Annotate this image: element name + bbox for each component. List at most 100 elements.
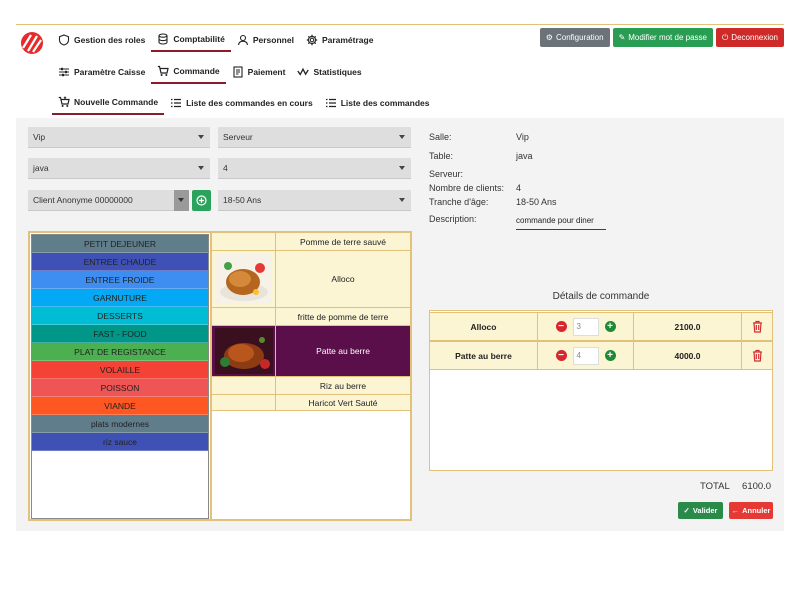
client-dropdown-button[interactable] [174, 190, 189, 211]
category-item[interactable]: FAST - FOOD [32, 325, 208, 343]
validate-button[interactable]: ✓ Valider [678, 502, 723, 519]
trash-icon [752, 320, 762, 333]
product-item[interactable]: Riz au berre [212, 377, 410, 395]
product-name: Alloco [331, 274, 355, 284]
category-item[interactable]: plats modernes [32, 415, 208, 433]
product-thumb [212, 233, 276, 250]
nav-parametre-caisse[interactable]: Paramètre Caisse [52, 60, 151, 84]
change-password-button[interactable]: ✎ Modifier mot de passe [612, 28, 713, 47]
nav-paiement[interactable]: Paiement [226, 60, 292, 84]
decrement-button[interactable]: − [555, 350, 567, 361]
edit-icon: ✎ [618, 33, 626, 42]
decrement-button[interactable]: − [555, 321, 567, 332]
orders-nav: Nouvelle Commande Liste des commandes en… [52, 91, 436, 115]
product-item[interactable]: fritte de pomme de terre [212, 308, 410, 326]
configuration-label: Configuration [555, 33, 604, 42]
total-value: 6100.0 [742, 481, 772, 492]
increment-button[interactable]: + [604, 350, 616, 361]
table-select[interactable]: java [28, 158, 210, 179]
category-item[interactable]: POISSON [32, 379, 208, 397]
header-actions: ⚙ Configuration ✎ Modifier mot de passe … [539, 28, 784, 47]
table-label: Table: [429, 151, 454, 161]
serveur-label: Serveur: [429, 169, 464, 179]
gear-icon [306, 34, 318, 46]
nav-gestion-roles[interactable]: Gestion des roles [52, 28, 151, 52]
chevron-down-icon [399, 166, 405, 170]
product-name: fritte de pomme de terre [297, 311, 389, 322]
category-item[interactable]: PLAT DE REGISTANCE [32, 343, 208, 361]
app-logo [18, 30, 46, 56]
salle-value: Vip [33, 132, 46, 142]
chevron-down-icon [399, 198, 405, 202]
quantity-input[interactable]: 3 [572, 317, 599, 336]
nav-label: Nouvelle Commande [74, 97, 159, 107]
change-password-label: Modifier mot de passe [628, 33, 707, 42]
nav-commande[interactable]: Commande [151, 60, 226, 84]
order-details-title: Détails de commande [552, 291, 650, 302]
trash-icon [752, 349, 762, 362]
age-select[interactable]: 18-50 Ans [218, 190, 411, 211]
nav-liste-commandes[interactable]: Liste des commandes [319, 91, 436, 115]
category-item[interactable]: GARNUTURE [32, 289, 208, 307]
nav-commandes-en-cours[interactable]: Liste des commandes en cours [164, 91, 319, 115]
plus-circle-icon [196, 195, 207, 206]
header-divider [16, 24, 784, 25]
category-item[interactable]: ENTREE FROIDE [32, 271, 208, 289]
product-thumb [212, 395, 276, 410]
nav-statistiques[interactable]: Statistiques [291, 60, 367, 84]
description-input[interactable]: commande pour diner [516, 212, 606, 230]
serveur-select[interactable]: Serveur [218, 127, 411, 148]
client-combobox[interactable]: Client Anonyme 00000000 [28, 190, 174, 211]
check-icon: ✓ [683, 506, 690, 515]
products-panel: Pomme de terre sauvé Alloco fritte de po… [210, 231, 412, 521]
nav-personnel[interactable]: Personnel [231, 28, 300, 52]
chevron-down-icon [198, 135, 204, 139]
logout-button[interactable]: ⏻ Deconnexion [715, 28, 784, 47]
age-label: Tranche d'âge: [429, 197, 489, 207]
product-name: Riz au berre [319, 380, 367, 391]
nav-label: Liste des commandes en cours [186, 98, 313, 108]
salle-select[interactable]: Vip [28, 127, 210, 148]
category-item[interactable]: VOLAILLE [32, 361, 208, 379]
order-line-name: Patte au berre [430, 342, 538, 369]
clients-select[interactable]: 4 [218, 158, 411, 179]
total-row: TOTAL 6100.0 [700, 481, 771, 492]
nav-comptabilite[interactable]: Comptabilité [151, 28, 231, 52]
delete-line-button[interactable] [742, 313, 772, 340]
nav-label: Paramétrage [321, 35, 374, 45]
validate-label: Valider [692, 506, 718, 515]
clients-value: 4 [223, 163, 228, 173]
category-item[interactable]: DESSERTS [32, 307, 208, 325]
cancel-button[interactable]: ← Annuler [729, 502, 773, 519]
quantity-input[interactable]: 4 [572, 346, 599, 365]
category-item[interactable]: PETIT DEJEUNER [32, 235, 208, 253]
product-thumb [212, 308, 276, 325]
nav-label: Liste des commandes [340, 98, 430, 108]
nav-label: Gestion des roles [74, 35, 146, 45]
product-image [212, 326, 276, 376]
product-name: Patte au berre [316, 346, 370, 356]
product-item[interactable]: Pomme de terre sauvé [212, 233, 410, 251]
order-line-name: Alloco [430, 313, 538, 340]
nav-nouvelle-commande[interactable]: Nouvelle Commande [52, 91, 165, 115]
table-value: java [33, 163, 49, 173]
nav-label: Comptabilité [173, 34, 225, 44]
nav-parametrage[interactable]: Paramétrage [300, 28, 380, 52]
table-value: java [516, 151, 533, 161]
product-name: Haricot Vert Sauté [308, 397, 378, 408]
product-item-selected[interactable]: Patte au berre [212, 326, 410, 377]
product-item[interactable]: Haricot Vert Sauté [212, 395, 410, 411]
product-item[interactable]: Alloco [212, 251, 410, 308]
sliders-icon [58, 66, 70, 78]
category-item[interactable]: VIANDE [32, 397, 208, 415]
increment-button[interactable]: + [604, 321, 616, 332]
configuration-button[interactable]: ⚙ Configuration [539, 28, 610, 47]
product-thumb [212, 377, 276, 394]
add-client-button[interactable] [192, 190, 211, 211]
logout-label: Deconnexion [731, 33, 778, 42]
client-value: Client Anonyme 00000000 [33, 195, 133, 205]
delete-line-button[interactable] [742, 342, 772, 369]
category-item[interactable]: riz sauce [32, 433, 208, 451]
serveur-value: Serveur [223, 132, 253, 142]
category-item[interactable]: ENTREE CHAUDE [32, 253, 208, 271]
